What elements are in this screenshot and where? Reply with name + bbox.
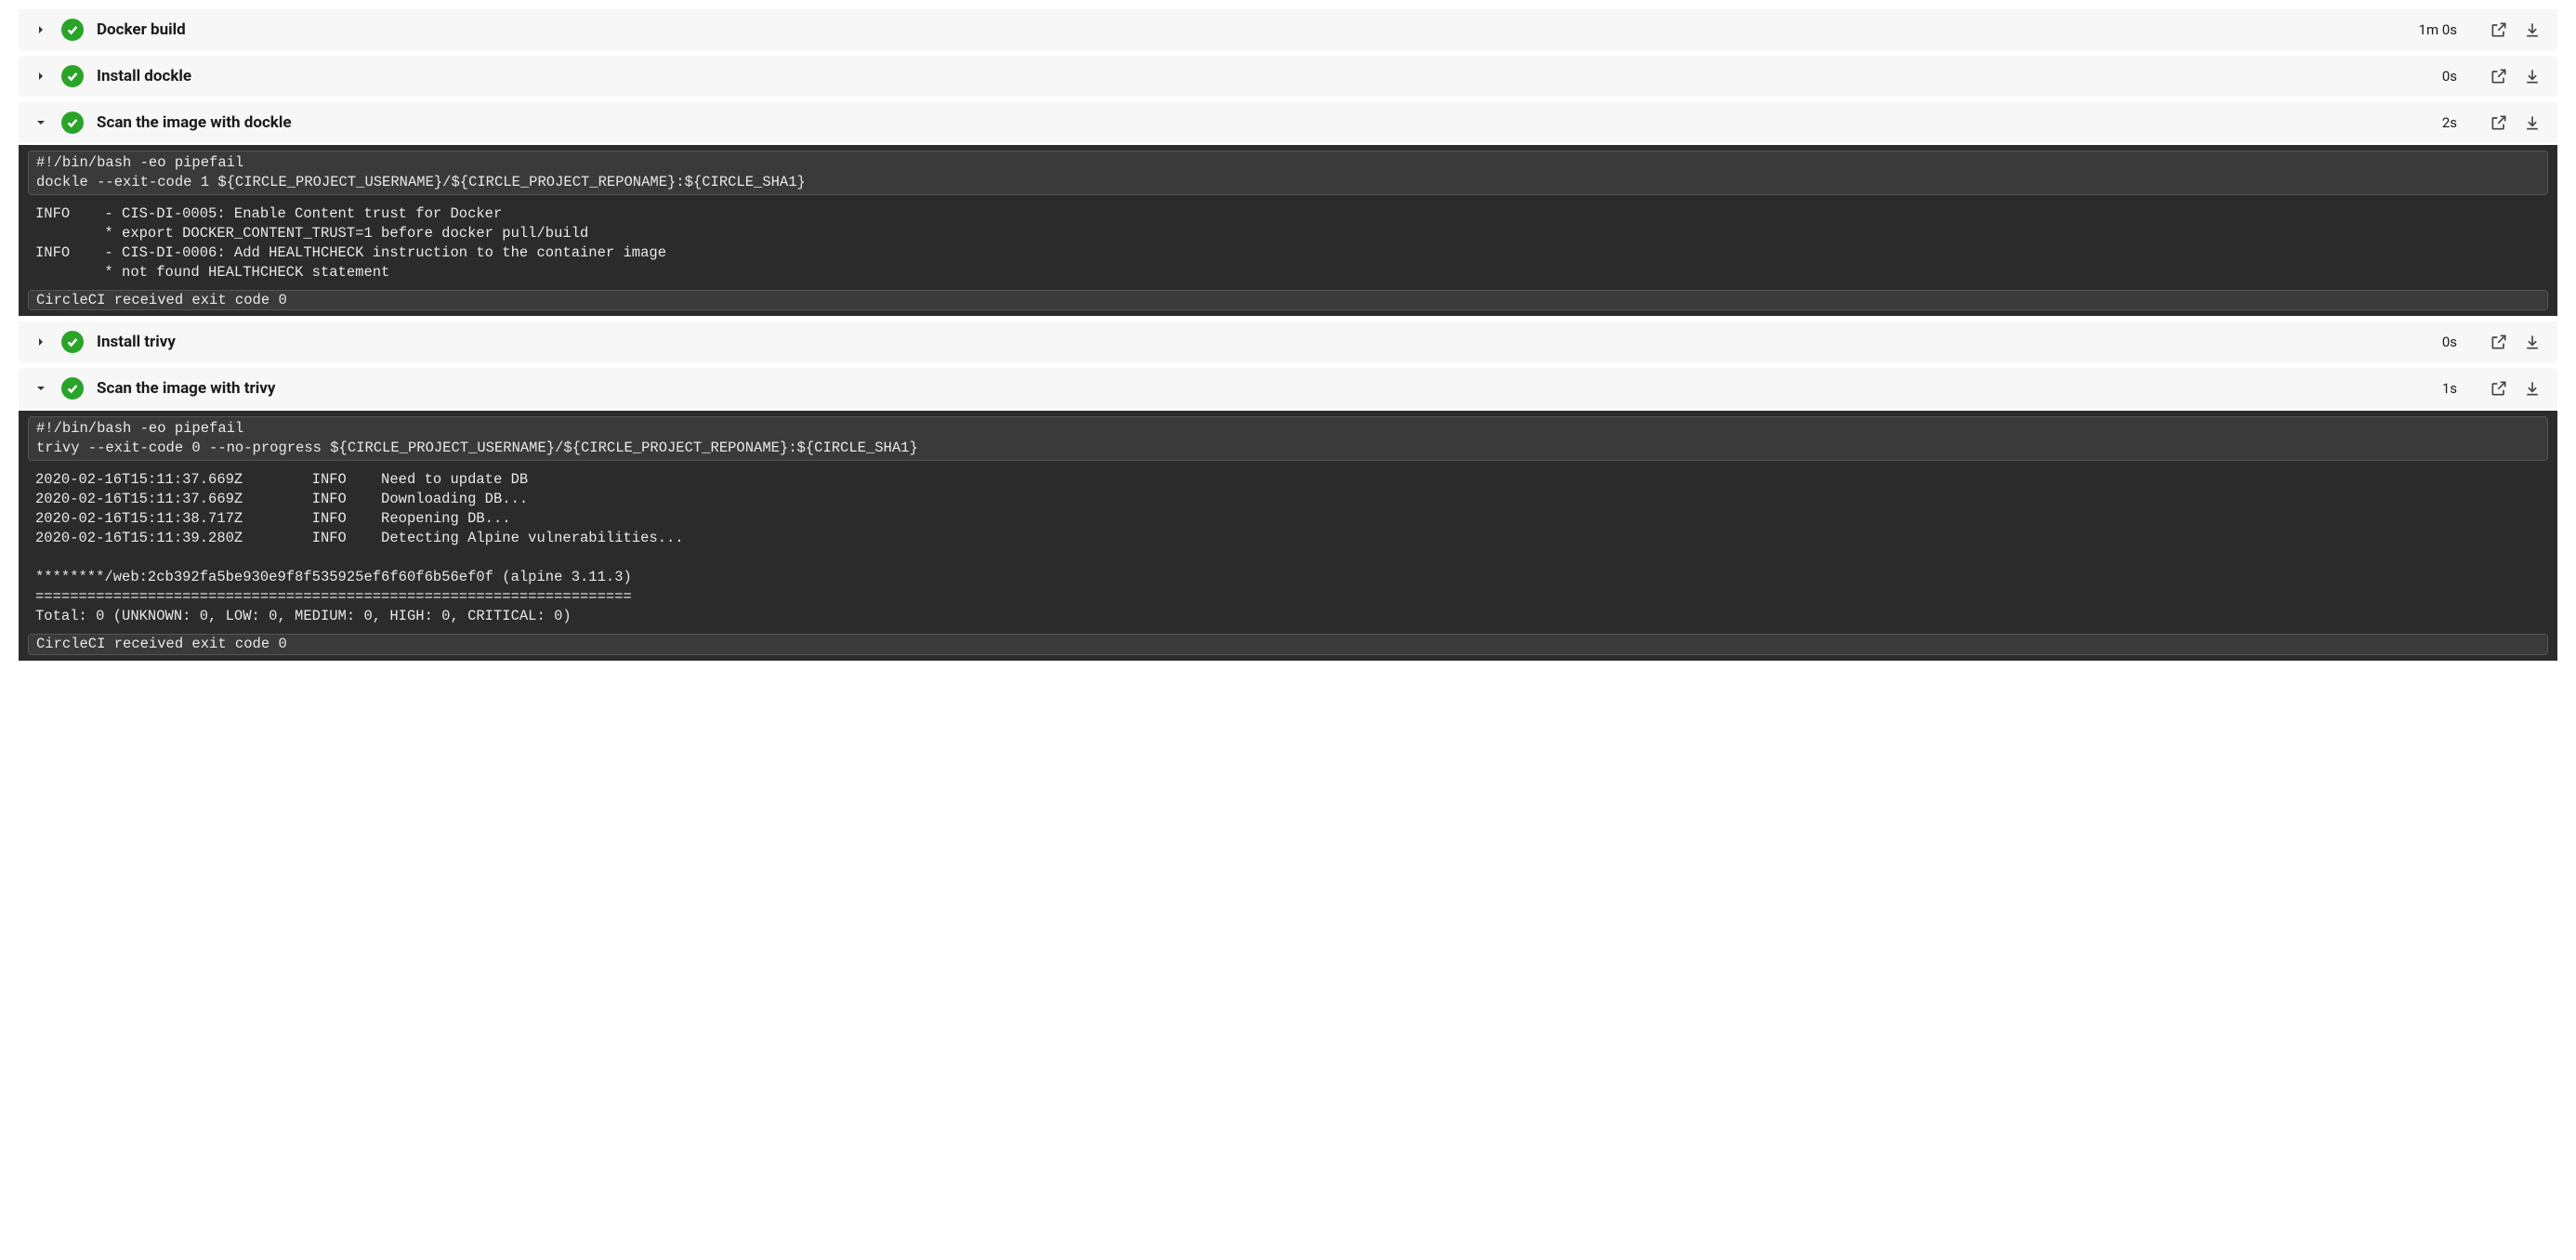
terminal-command: #!/bin/bash -eo pipefail dockle --exit-c… (28, 151, 2548, 195)
chevron-down-icon[interactable] (33, 381, 48, 396)
step-duration: 0s (2442, 68, 2457, 85)
build-step: Scan the image with dockle2s #!/bin/bash … (19, 102, 2557, 316)
build-step: Install dockle0s (19, 56, 2557, 97)
terminal-exit-status: CircleCI received exit code 0 (28, 290, 2548, 311)
step-title: Scan the image with trivy (97, 379, 2442, 398)
chevron-right-icon[interactable] (33, 69, 48, 84)
terminal-body: INFO - CIS-DI-0005: Enable Content trust… (28, 199, 2548, 286)
step-header[interactable]: Scan the image with trivy1s (19, 368, 2557, 409)
success-check-icon (61, 65, 84, 87)
success-check-icon (61, 19, 84, 41)
success-check-icon (61, 377, 84, 400)
step-header[interactable]: Install dockle0s (19, 56, 2557, 97)
build-step: Docker build1m 0s (19, 9, 2557, 50)
terminal-exit-status: CircleCI received exit code 0 (28, 634, 2548, 655)
download-icon[interactable] (2522, 332, 2543, 352)
download-icon[interactable] (2522, 378, 2543, 399)
step-title: Scan the image with dockle (97, 113, 2442, 132)
open-external-icon[interactable] (2489, 112, 2509, 133)
step-duration: 1m 0s (2419, 21, 2457, 38)
chevron-right-icon[interactable] (33, 335, 48, 349)
chevron-right-icon[interactable] (33, 22, 48, 37)
terminal-output: #!/bin/bash -eo pipefail trivy --exit-co… (19, 411, 2557, 660)
step-duration: 1s (2442, 380, 2457, 397)
build-step: Install trivy0s (19, 322, 2557, 362)
step-title: Docker build (97, 20, 2419, 39)
chevron-down-icon[interactable] (33, 115, 48, 130)
step-title: Install dockle (97, 67, 2442, 85)
success-check-icon (61, 112, 84, 134)
open-external-icon[interactable] (2489, 378, 2509, 399)
step-header[interactable]: Docker build1m 0s (19, 9, 2557, 50)
success-check-icon (61, 331, 84, 353)
open-external-icon[interactable] (2489, 20, 2509, 40)
step-header[interactable]: Scan the image with dockle2s (19, 102, 2557, 143)
build-step: Scan the image with trivy1s #!/bin/bash -… (19, 368, 2557, 660)
step-title: Install trivy (97, 333, 2442, 351)
open-external-icon[interactable] (2489, 332, 2509, 352)
step-duration: 0s (2442, 334, 2457, 350)
step-duration: 2s (2442, 114, 2457, 131)
download-icon[interactable] (2522, 66, 2543, 86)
download-icon[interactable] (2522, 20, 2543, 40)
terminal-command: #!/bin/bash -eo pipefail trivy --exit-co… (28, 416, 2548, 461)
step-header[interactable]: Install trivy0s (19, 322, 2557, 362)
download-icon[interactable] (2522, 112, 2543, 133)
open-external-icon[interactable] (2489, 66, 2509, 86)
terminal-body: 2020-02-16T15:11:37.669Z INFO Need to up… (28, 465, 2548, 629)
terminal-output: #!/bin/bash -eo pipefail dockle --exit-c… (19, 145, 2557, 316)
